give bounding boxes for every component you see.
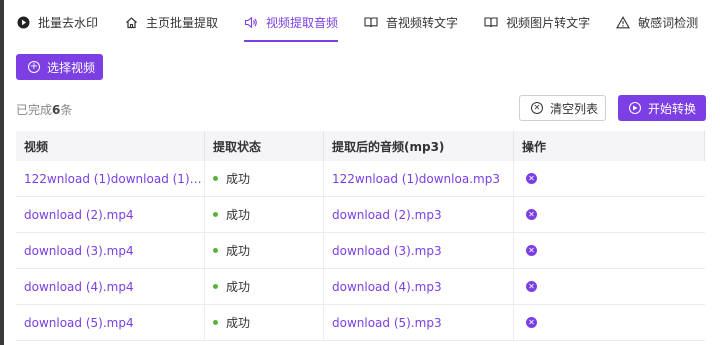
delete-icon[interactable]: ✕ — [526, 209, 537, 220]
tab-label: 视频提取音频 — [266, 15, 339, 30]
success-dot-icon — [213, 248, 218, 253]
tab-audio-video-to-text[interactable]: 音视频转文字 — [364, 0, 458, 44]
clear-list-button[interactable]: ✕ 清空列表 — [519, 95, 606, 121]
completed-count: 已完成6条 — [16, 101, 72, 118]
audio-file-link[interactable]: download (2).mp3 — [332, 208, 442, 222]
video-file-link[interactable]: download (2).mp4 — [24, 208, 134, 222]
window-left-edge — [0, 0, 4, 345]
delete-icon[interactable]: ✕ — [526, 173, 537, 184]
status-text: 成功 — [226, 316, 251, 330]
status-text: 成功 — [226, 244, 251, 258]
table-row: download (3).mp4 成功 download (3).mp3 ✕ — [16, 233, 705, 269]
book-icon — [484, 15, 498, 29]
delete-icon[interactable]: ✕ — [526, 245, 537, 256]
status-text: 成功 — [226, 208, 251, 222]
completed-prefix: 已完成 — [16, 103, 53, 117]
select-video-button[interactable]: + 选择视频 — [16, 54, 103, 80]
column-header-audio: 提取后的音频(mp3) — [324, 131, 514, 161]
video-file-link[interactable]: download (3).mp4 — [24, 244, 134, 258]
table-row: download (5).mp4 成功 download (5).mp3 ✕ — [16, 305, 705, 341]
video-file-link[interactable]: 122wnload (1)download (1)dow... — [24, 172, 204, 186]
speaker-icon — [244, 15, 258, 29]
top-tabs: 批量去水印 主页批量提取 视频提取音频 音视频转文字 视频图片转文字 敏感词检测 — [16, 0, 720, 44]
video-file-link[interactable]: download (5).mp4 — [24, 316, 134, 330]
tab-label: 视频图片转文字 — [506, 15, 591, 30]
clear-list-label: 清空列表 — [550, 101, 599, 116]
start-convert-button[interactable]: 开始转换 — [618, 95, 706, 121]
extraction-table: 视频 提取状态 提取后的音频(mp3) 操作 122wnload (1)down… — [16, 131, 705, 341]
delete-icon[interactable]: ✕ — [526, 317, 537, 328]
audio-file-link[interactable]: download (3).mp3 — [332, 244, 442, 258]
delete-icon[interactable]: ✕ — [526, 281, 537, 292]
tab-label: 批量去水印 — [38, 15, 99, 30]
column-header-video: 视频 — [16, 131, 205, 161]
tab-video-image-to-text[interactable]: 视频图片转文字 — [484, 0, 590, 44]
success-dot-icon — [213, 212, 218, 217]
play-circle-icon — [16, 15, 30, 29]
tab-video-extract-audio[interactable]: 视频提取音频 — [244, 0, 339, 44]
table-row: download (4).mp4 成功 download (4).mp3 ✕ — [16, 269, 705, 305]
table-row: 122wnload (1)download (1)dow... 成功 122wn… — [16, 161, 705, 197]
plus-circle-icon: + — [28, 61, 40, 73]
status-text: 成功 — [226, 280, 251, 294]
status-text: 成功 — [226, 172, 251, 186]
tab-label: 敏感词检测 — [638, 15, 699, 30]
table-row: download (2).mp4 成功 download (2).mp3 ✕ — [16, 197, 705, 233]
tab-remove-watermark[interactable]: 批量去水印 — [16, 0, 98, 44]
audio-file-link[interactable]: 122wnload (1)downloa.mp3 — [332, 172, 500, 186]
column-header-actions: 操作 — [514, 131, 705, 161]
table-header-row: 视频 提取状态 提取后的音频(mp3) 操作 — [16, 131, 705, 161]
success-dot-icon — [213, 320, 218, 325]
completed-suffix: 条 — [60, 103, 73, 117]
warning-icon — [616, 15, 631, 29]
start-convert-label: 开始转换 — [648, 101, 697, 116]
tab-label: 音视频转文字 — [386, 15, 459, 30]
column-header-status: 提取状态 — [205, 131, 324, 161]
success-dot-icon — [213, 284, 218, 289]
home-icon — [124, 15, 138, 29]
tab-sensitive-word-check[interactable]: 敏感词检测 — [616, 0, 698, 44]
tab-homepage-batch-extract[interactable]: 主页批量提取 — [124, 0, 218, 44]
book-icon — [364, 15, 378, 29]
video-file-link[interactable]: download (4).mp4 — [24, 280, 134, 294]
success-dot-icon — [213, 176, 218, 181]
play-circle-icon — [629, 102, 641, 114]
select-video-label: 选择视频 — [47, 60, 96, 75]
tab-label: 主页批量提取 — [146, 15, 219, 30]
audio-file-link[interactable]: download (5).mp3 — [332, 316, 442, 330]
audio-file-link[interactable]: download (4).mp3 — [332, 280, 442, 294]
close-circle-icon: ✕ — [531, 102, 543, 114]
